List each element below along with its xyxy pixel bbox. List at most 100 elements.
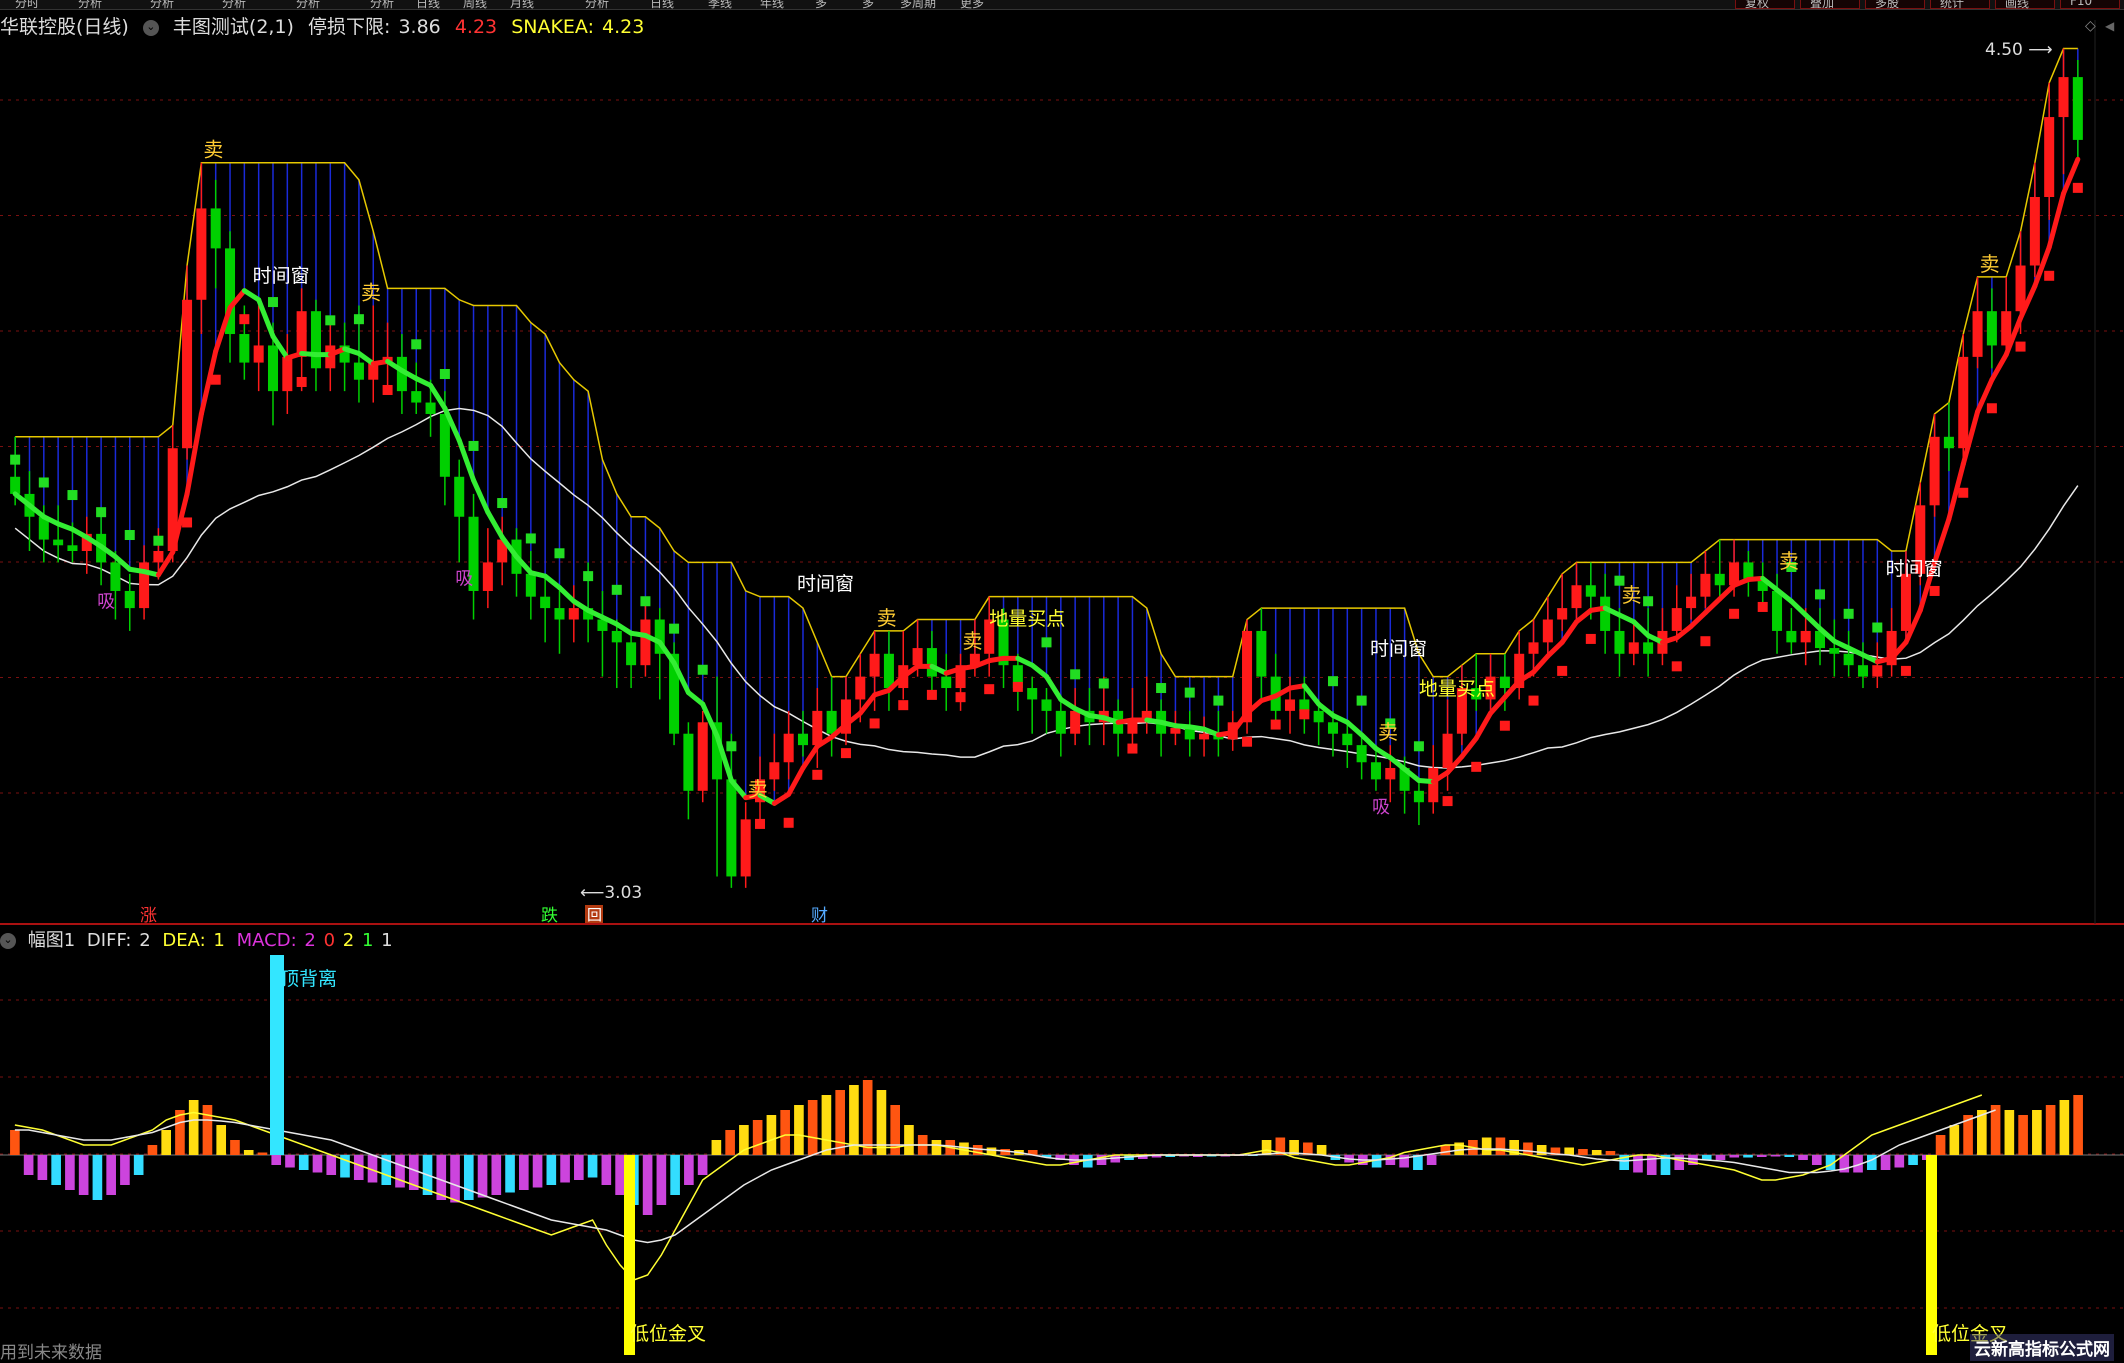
candle-body [812,710,823,746]
trend-dot [96,507,107,518]
macd-bar [725,1130,735,1155]
candle-body [182,299,193,449]
macd-bar [147,1145,158,1155]
trend-dot [1643,596,1654,607]
macd-bar [615,1155,625,1195]
candle-body [797,733,809,746]
candle-body [110,562,121,591]
trend-dot [898,700,909,711]
candle-body [1943,436,1954,449]
trend-dot [840,748,851,759]
trend-dot [1012,681,1023,692]
candle-body [1614,630,1625,654]
trend-dot [1442,796,1453,807]
ground-buy-marker: 地量买点 [989,608,1065,630]
candle-body [883,653,894,689]
trend-dot [10,454,21,465]
macd-bar [271,1155,282,1165]
macd-bar [463,1155,474,1200]
candle-body [1714,573,1725,586]
trend-dot [497,498,508,509]
candle-body [1499,676,1510,689]
macd-bar [1646,1155,1657,1175]
candle-body [1843,653,1854,666]
trend-dot [1413,741,1424,752]
low-price-label: ⟵3.03 [580,883,642,903]
candle-body [1342,733,1353,746]
trend-dot [984,684,995,695]
macd-bar [752,1120,763,1155]
macd-bar [601,1155,612,1185]
trend-ma-segment [1387,755,1408,772]
macd-bar [65,1155,75,1190]
candle-body [869,653,880,677]
candle-body [626,642,637,666]
trend-dot [267,297,278,308]
future-data-note: 用到未来数据 [0,1343,102,1363]
trend-ma-segment [485,509,505,540]
trend-ma-segment [1473,710,1494,741]
macd-bar [78,1155,89,1195]
candle-body [1772,590,1783,631]
macd-bar [1591,1150,1602,1155]
trend-ma-segment [685,690,706,707]
trend-ma-segment [1717,582,1737,602]
macd-bar [2004,1110,2015,1155]
candle-body [525,573,536,597]
macd-bar [1784,1155,1795,1157]
candle-body [310,311,321,369]
trend-dot [353,314,364,325]
macd-bar [106,1155,116,1195]
trend-ma-segment [1058,696,1078,712]
macd-bar [1756,1155,1767,1157]
macd-bar [120,1155,130,1185]
sell-marker: 卖 [1980,252,2000,276]
candle-body [826,710,837,734]
candle-body [482,562,493,591]
candle-body [1413,790,1424,803]
trend-dot [726,741,737,752]
candle-body [1857,665,1868,677]
price-chart[interactable]: 4.50 ⟶⟵3.03卖卖卖卖卖卖卖卖卖吸吸吸时间窗时间窗时间窗时间窗地量买点地… [0,0,2124,1362]
macd-bar [161,1130,171,1155]
trend-dot [1471,761,1482,772]
candle-body [210,208,221,249]
macd-bar [23,1155,34,1175]
candle-body [1958,356,1969,449]
macd-bar [1523,1142,1533,1155]
trend-dot [554,548,565,559]
sell-marker: 卖 [877,606,897,630]
candle-body [1199,733,1210,740]
candle-body [1986,311,1997,346]
trend-dot [439,369,450,379]
candle-body [926,648,937,677]
candle-body [1643,642,1654,654]
trend-dot [2044,270,2055,281]
macd-bar [216,1125,227,1155]
trend-ma-segment [471,477,491,515]
trend-ma-segment [1932,516,1952,565]
macd-bar [835,1090,845,1155]
macd-bar [1440,1145,1451,1155]
trend-ma-segment [1788,598,1809,618]
trend-dot [926,689,937,700]
top-divergence-label: 顶背离 [280,968,337,990]
high-price-label: 4.50 ⟶ [1985,40,2053,60]
scroll-left-icon: ◀ [2105,19,2115,33]
candle-body [1370,762,1381,780]
macd-bar [1426,1155,1437,1165]
buy-marker: 吸 [455,568,473,589]
candle-body [683,733,694,791]
candle-body [1972,311,1983,357]
macd-bar [257,1152,268,1155]
trend-dot [1327,676,1338,687]
candle-body [912,648,923,666]
candle-body [1313,710,1324,723]
trend-dot [2015,341,2026,352]
macd-bar [684,1155,694,1185]
macd-bar [2032,1110,2042,1155]
candle-body [2072,77,2083,140]
trend-dot [1299,709,1310,720]
macd-bar [642,1155,653,1215]
candle-body [554,608,565,620]
